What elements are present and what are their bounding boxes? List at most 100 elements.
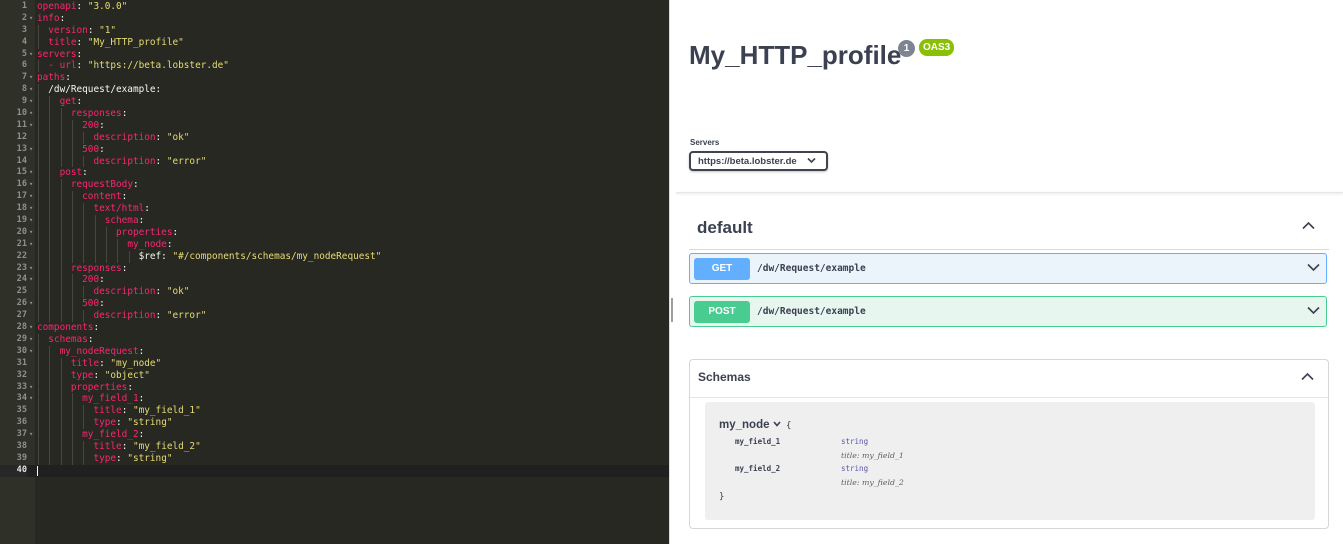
chevron-down-icon[interactable] [773, 421, 781, 427]
fold-arrow-icon[interactable]: ▾ [29, 227, 33, 239]
code-token: : [138, 215, 145, 227]
code-line[interactable]: 25 description: "ok" [0, 286, 669, 299]
code-line[interactable]: 33 ▾ properties: [0, 381, 669, 394]
model-name[interactable]: my_node [719, 419, 770, 431]
code-line[interactable]: 23 ▾ responses: [0, 262, 669, 275]
code-token: "string" [127, 452, 173, 464]
code-line[interactable]: 3 version: "1" [0, 24, 669, 37]
code-line[interactable]: 37 ▾ my_field_2: [0, 429, 669, 441]
fold-arrow-icon[interactable]: ▾ [29, 13, 33, 25]
code-line[interactable]: 20 ▾ properties: [0, 226, 669, 239]
fold-arrow-icon[interactable]: ▾ [29, 49, 33, 61]
code-line[interactable]: 10 ▾ responses: [0, 108, 669, 120]
code-line[interactable]: 8 ▾ /dw/Request/example: [0, 84, 669, 97]
code-line[interactable]: 22 $ref: "#/components/schemas/my_nodeRe… [0, 250, 669, 263]
code-token: : [132, 179, 139, 191]
code-token: "error" [166, 310, 207, 322]
servers-select[interactable]: https://beta.lobster.de [689, 151, 828, 171]
chevron-up-icon[interactable] [1301, 372, 1314, 381]
fold-arrow-icon[interactable]: ▾ [29, 382, 33, 394]
code-line[interactable]: 32 type: "object" [0, 369, 669, 382]
code-line[interactable]: 39 type: "string" [0, 452, 669, 465]
code-line[interactable]: 9 ▾ get: [0, 96, 669, 109]
chevron-down-icon[interactable] [1307, 306, 1320, 315]
code-token: : [87, 24, 100, 36]
code-line[interactable]: 31 title: "my_node" [0, 357, 669, 370]
code-line[interactable]: 34 ▾ my_field_1: [0, 393, 669, 406]
fold-arrow-icon[interactable]: ▾ [29, 393, 33, 405]
code-line[interactable]: 18 ▾ text/html: [0, 203, 669, 216]
code-line[interactable]: 7 ▾ paths: [0, 72, 669, 84]
code-line[interactable]: 5 ▾ servers: [0, 49, 669, 61]
code-line[interactable]: 13 ▾ 500: [0, 143, 669, 156]
code-line[interactable]: 11 ▾ 200: [0, 119, 669, 132]
code-line[interactable]: 16 ▾ requestBody: [0, 179, 669, 192]
fold-arrow-icon[interactable]: ▾ [29, 346, 33, 358]
fold-arrow-icon[interactable]: ▾ [29, 239, 33, 251]
code-lines[interactable]: 1 openapi: "3.0.0" 2 ▾ info: 3 version: "1" 4 … [0, 1, 669, 477]
line-number: 12 [16, 131, 27, 142]
chevron-up-icon[interactable] [1302, 221, 1315, 230]
code-line[interactable]: 29 ▾ schemas: [0, 333, 669, 346]
model-property-name: my_field_2 [735, 464, 781, 473]
fold-arrow-icon[interactable]: ▾ [29, 120, 33, 132]
chevron-down-icon[interactable] [1307, 263, 1320, 272]
line-number: 2 [21, 12, 27, 23]
fold-arrow-icon[interactable]: ▾ [29, 144, 33, 156]
code-token: 200 [82, 119, 100, 131]
line-text: schemas: [37, 334, 93, 346]
code-line[interactable]: 21 ▾ my_node: [0, 238, 669, 251]
operation-get[interactable]: GET /dw/Request/example [689, 253, 1327, 284]
fold-arrow-icon[interactable]: ▾ [29, 108, 33, 120]
code-line[interactable]: 15 ▾ post: [0, 167, 669, 180]
code-line[interactable]: 27 description: "error" [0, 310, 669, 323]
line-text: get: [37, 96, 83, 108]
fold-arrow-icon[interactable]: ▾ [29, 334, 33, 346]
fold-arrow-icon[interactable]: ▾ [29, 84, 33, 96]
code-line[interactable]: 26 ▾ 500: [0, 298, 669, 311]
fold-arrow-icon[interactable]: ▾ [29, 203, 33, 215]
code-line[interactable]: 38 title: "my_field_2" [0, 440, 669, 453]
code-token: servers [37, 48, 77, 60]
line-text: servers: [37, 49, 82, 61]
fold-arrow-icon[interactable]: ▾ [29, 322, 33, 334]
fold-arrow-icon[interactable]: ▾ [29, 72, 33, 84]
pane-splitter[interactable] [669, 0, 676, 544]
line-number: 1 [21, 1, 27, 11]
tag-title: default [697, 218, 753, 237]
yaml-editor[interactable]: 1 openapi: "3.0.0" 2 ▾ info: 3 version: "1" 4 … [0, 0, 669, 544]
operation-post[interactable]: POST /dw/Request/example [689, 296, 1327, 327]
code-line[interactable]: 19 ▾ schema: [0, 215, 669, 227]
code-token: : [93, 322, 100, 334]
line-number: 29 [16, 333, 27, 344]
code-line[interactable]: 12 description: "ok" [0, 131, 669, 144]
tag-section-default[interactable]: default [689, 207, 1329, 250]
fold-arrow-icon[interactable]: ▾ [29, 215, 33, 227]
fold-arrow-icon[interactable]: ▾ [29, 429, 33, 441]
code-line[interactable]: 6 - url: "https://beta.lobster.de" [0, 60, 669, 73]
code-line[interactable]: 28 ▾ components: [0, 322, 669, 334]
code-line[interactable]: 4 title: "My_HTTP_profile" [0, 36, 669, 49]
splitter-handle-icon[interactable] [671, 298, 673, 322]
fold-arrow-icon[interactable]: ▾ [29, 263, 33, 275]
code-line[interactable]: 36 type: "string" [0, 417, 669, 430]
code-line[interactable]: 17 ▾ content: [0, 191, 669, 204]
fold-arrow-icon[interactable]: ▾ [29, 191, 33, 203]
code-line[interactable]: 40 [0, 464, 669, 477]
code-token: : [155, 310, 167, 322]
fold-arrow-icon[interactable]: ▾ [29, 274, 33, 286]
fold-arrow-icon[interactable]: ▾ [29, 96, 33, 108]
code-line[interactable]: 2 ▾ info: [0, 13, 669, 25]
fold-arrow-icon[interactable]: ▾ [29, 167, 33, 179]
fold-arrow-icon[interactable]: ▾ [29, 298, 33, 310]
code-line[interactable]: 30 ▾ my_nodeRequest: [0, 345, 669, 358]
schemas-header[interactable]: Schemas [690, 360, 1328, 398]
code-line[interactable]: 24 ▾ 200: [0, 274, 669, 287]
code-line[interactable]: 35 title: "my_field_1" [0, 405, 669, 418]
line-number: 14 [16, 155, 27, 166]
fold-arrow-icon[interactable]: ▾ [29, 179, 33, 191]
model-property-title: title: my_field_1 [841, 451, 904, 460]
code-line[interactable]: 14 description: "error" [0, 155, 669, 168]
code-line[interactable]: 1 openapi: "3.0.0" [0, 1, 669, 13]
